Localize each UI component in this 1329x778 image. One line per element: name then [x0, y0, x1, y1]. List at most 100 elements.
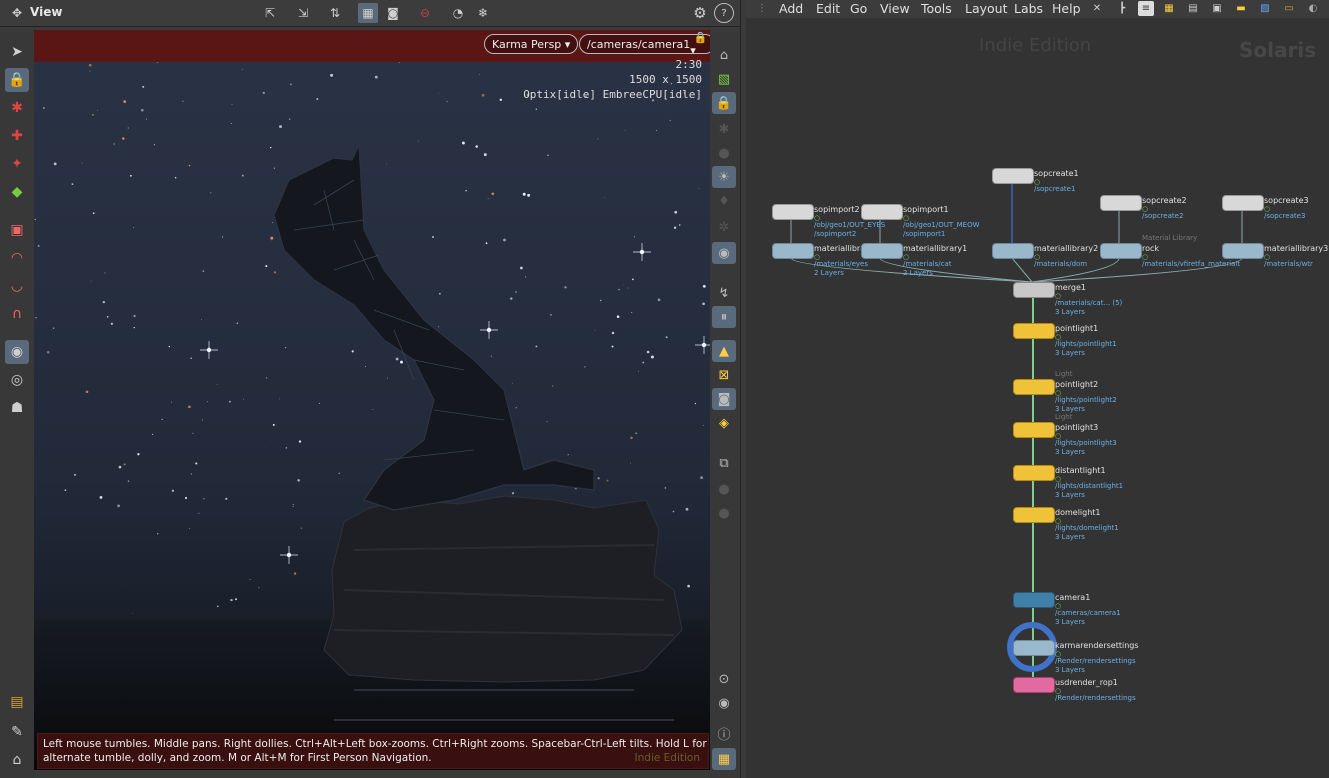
- node-body[interactable]: [861, 243, 903, 259]
- node-body[interactable]: [1222, 243, 1264, 259]
- node-name: rock: [1142, 244, 1160, 253]
- node-body[interactable]: [992, 243, 1034, 259]
- node-name: materiallibrary1: [903, 244, 968, 253]
- sphere-dim-icon[interactable]: ●: [712, 502, 736, 524]
- node-name: merge1: [1055, 283, 1086, 292]
- node-flag-icon: ○: [1055, 475, 1062, 483]
- camera-frame-icon[interactable]: ◉: [712, 242, 736, 264]
- node-body[interactable]: [1013, 677, 1055, 693]
- camera-view-icon[interactable]: ◙: [383, 3, 403, 23]
- lock-icon[interactable]: 🔒: [5, 68, 29, 92]
- node-layers: 3 Layers: [1055, 618, 1085, 626]
- pane-menu-icon[interactable]: ✥: [6, 3, 28, 23]
- gear-icon[interactable]: ⚙: [690, 3, 710, 23]
- shading-icon[interactable]: ●: [712, 142, 736, 164]
- node-layers: 3 Layers: [1055, 405, 1085, 413]
- lock-camera-icon[interactable]: 🔒: [712, 92, 736, 114]
- render-region-icon[interactable]: ◙: [712, 388, 736, 410]
- node-name: pointlight2: [1055, 380, 1099, 389]
- pose-tool-icon[interactable]: ✎: [5, 720, 29, 744]
- node-path: /sopcreate2: [1142, 212, 1184, 220]
- node-body[interactable]: [1013, 592, 1055, 608]
- sphere-icon[interactable]: ●: [712, 478, 736, 500]
- handle-tool-icon[interactable]: ◆: [5, 180, 29, 204]
- node-body[interactable]: [992, 168, 1034, 184]
- renderer-dropdown[interactable]: Karma Persp ▾: [484, 34, 579, 54]
- paint-tool-icon[interactable]: ◠: [5, 246, 29, 270]
- grid-icon[interactable]: ▦: [712, 748, 736, 770]
- snap-icon[interactable]: ↯: [712, 282, 736, 304]
- node-body[interactable]: [1013, 379, 1055, 395]
- edit-tool-icon[interactable]: ▣: [5, 218, 29, 242]
- color-icon[interactable]: ▲: [712, 340, 736, 362]
- light-display-icon[interactable]: ☀: [712, 166, 736, 188]
- node-body[interactable]: [772, 243, 814, 259]
- viewport-side-toolbar: ⌂ ▧ 🔒 ✱ ● ☀ ♦ ✲ ◉ ↯ ⏸ ▲ ⊠ ◙ ◈ ⧉ ● ● ⊙ ◉ …: [710, 30, 738, 778]
- node-flag-icon: ○: [814, 253, 821, 261]
- node-body[interactable]: [1013, 465, 1055, 481]
- bbox-icon[interactable]: ⊠: [712, 364, 736, 386]
- transform-tool-icon[interactable]: ✱: [5, 96, 29, 120]
- node-layers: 2 Layers: [903, 269, 933, 277]
- node-body[interactable]: [772, 204, 814, 220]
- display-options-icon[interactable]: ⌂: [712, 44, 736, 66]
- eye-icon[interactable]: ◉: [712, 692, 736, 714]
- node-layers: 3 Layers: [1055, 666, 1085, 674]
- light-tool-icon[interactable]: ☗: [5, 396, 29, 420]
- node-body[interactable]: [1013, 422, 1055, 438]
- status-bar: Left mouse tumbles. Middle pans. Right d…: [37, 733, 709, 769]
- lamp-icon[interactable]: ♦: [712, 190, 736, 212]
- node-body[interactable]: [1222, 195, 1264, 211]
- node-body[interactable]: [1100, 243, 1142, 259]
- render-viewport[interactable]: [34, 30, 710, 770]
- render-header-bar: Karma Persp ▾ /cameras/camera1 🔒▾: [34, 30, 716, 62]
- ghost-icon[interactable]: ▧: [712, 68, 736, 90]
- node-body[interactable]: [1013, 282, 1055, 298]
- node-path: /materials/cat: [903, 260, 952, 268]
- network-editor-pane[interactable]: ⋮ Add Edit Go View Tools Layout Labs Hel…: [746, 0, 1329, 778]
- node-body[interactable]: [1013, 507, 1055, 523]
- shelf-tool-icon[interactable]: ▤: [5, 690, 29, 714]
- node-layers: 2 Layers: [814, 269, 844, 277]
- select-points-icon[interactable]: ⇲: [293, 3, 313, 23]
- node-flag-icon: ○: [1055, 650, 1062, 658]
- node-flag-icon: ○: [1264, 205, 1271, 213]
- snapshot-icon[interactable]: ⊙: [712, 668, 736, 690]
- node-path: /Render/rendersettings: [1055, 694, 1136, 702]
- camera-dropdown[interactable]: /cameras/camera1 🔒▾: [579, 31, 716, 57]
- node-name: materiallibrary3: [1264, 244, 1329, 253]
- snowflake-icon[interactable]: ❄: [473, 3, 493, 23]
- node-flag-icon: ○: [814, 214, 821, 222]
- stop-icon[interactable]: ⊖: [415, 3, 435, 23]
- scale-tool-icon[interactable]: ✦: [5, 152, 29, 176]
- pause-icon[interactable]: ⏸: [712, 306, 736, 328]
- magnet-tool-icon[interactable]: ∩: [5, 302, 29, 326]
- node-body[interactable]: [1013, 640, 1055, 656]
- render-status-readout: Optix[idle] EmbreeCPU[idle]: [523, 88, 702, 101]
- help-icon[interactable]: ?: [714, 3, 734, 23]
- node-name: pointlight1: [1055, 324, 1099, 333]
- select-tool-icon[interactable]: ➤: [5, 40, 29, 64]
- node-flag-icon: ○: [1055, 687, 1062, 695]
- zoom-readout: 2:30: [675, 58, 703, 71]
- node-body[interactable]: [1100, 195, 1142, 211]
- viewport-layout-icon[interactable]: ⧉: [712, 452, 736, 474]
- select-transform-icon[interactable]: ⇅: [325, 3, 345, 23]
- selection-icon[interactable]: ◈: [712, 412, 736, 434]
- info-tool-icon[interactable]: ⌂: [5, 748, 29, 772]
- bulb-icon[interactable]: ✲: [712, 216, 736, 238]
- rock-shape: [323, 495, 683, 683]
- node-body[interactable]: [861, 204, 903, 220]
- node-flag-icon: ○: [1264, 253, 1271, 261]
- drag-tool-icon[interactable]: ◡: [5, 274, 29, 298]
- render-icon[interactable]: ◔: [448, 3, 468, 23]
- info-icon[interactable]: ⓘ: [712, 722, 736, 744]
- node-body[interactable]: [1013, 323, 1055, 339]
- node-type-label: Material Library: [1142, 234, 1198, 242]
- view-tool-icon[interactable]: ◎: [5, 368, 29, 392]
- camera-tool-icon[interactable]: ◉: [5, 340, 29, 364]
- headlight-icon[interactable]: ✱: [712, 118, 736, 140]
- rotate-tool-icon[interactable]: ✚: [5, 124, 29, 148]
- select-mode-icon[interactable]: ⇱: [260, 3, 280, 23]
- scene-graph-icon[interactable]: ▦: [358, 3, 378, 23]
